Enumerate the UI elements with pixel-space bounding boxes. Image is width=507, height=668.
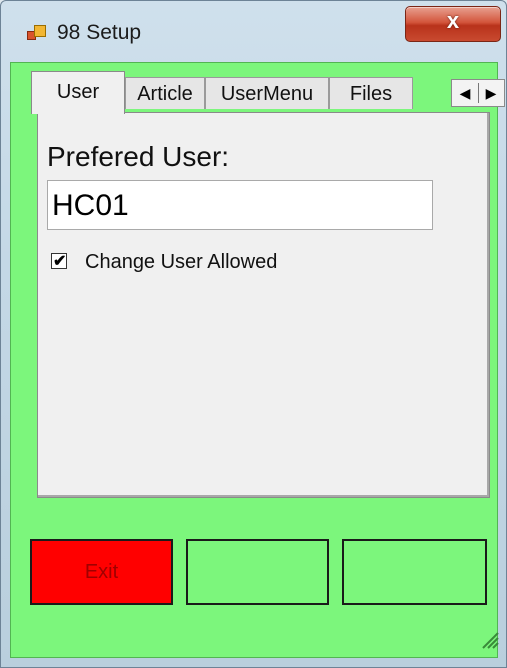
resize-grip-icon[interactable] [479, 629, 499, 649]
change-user-allowed-checkbox[interactable]: ✔ [51, 253, 67, 270]
tab-scroll-buttons: ◀ ▶ [451, 79, 505, 107]
scroll-left-icon[interactable]: ◀ [454, 84, 476, 102]
blank-button-3[interactable] [342, 539, 487, 605]
app-window-icon[interactable] [27, 25, 46, 41]
tab-user[interactable]: User [31, 71, 125, 114]
scroll-right-icon[interactable]: ▶ [480, 84, 502, 102]
tab-article[interactable]: Article [125, 77, 205, 109]
tab-usermenu[interactable]: UserMenu [205, 77, 329, 109]
change-user-allowed-label[interactable]: Change User Allowed [85, 251, 277, 274]
blank-button-2[interactable] [186, 539, 329, 605]
tab-strip: User Article UserMenu Files ◀ ▶ [31, 71, 505, 114]
exit-button[interactable]: Exit [30, 539, 173, 605]
tab-files[interactable]: Files [329, 77, 413, 109]
close-button[interactable]: x [405, 6, 501, 42]
window-title: 98 Setup [57, 21, 142, 44]
title-bar[interactable]: 98 Setup x [1, 1, 507, 63]
close-icon: x [446, 8, 460, 33]
prefered-user-label: Prefered User: [47, 141, 230, 172]
setup-window: 98 Setup x User Article UserMenu Files ◀… [0, 0, 507, 668]
checkmark-icon: ✔ [53, 253, 67, 270]
prefered-user-input[interactable]: HC01 [47, 180, 433, 230]
